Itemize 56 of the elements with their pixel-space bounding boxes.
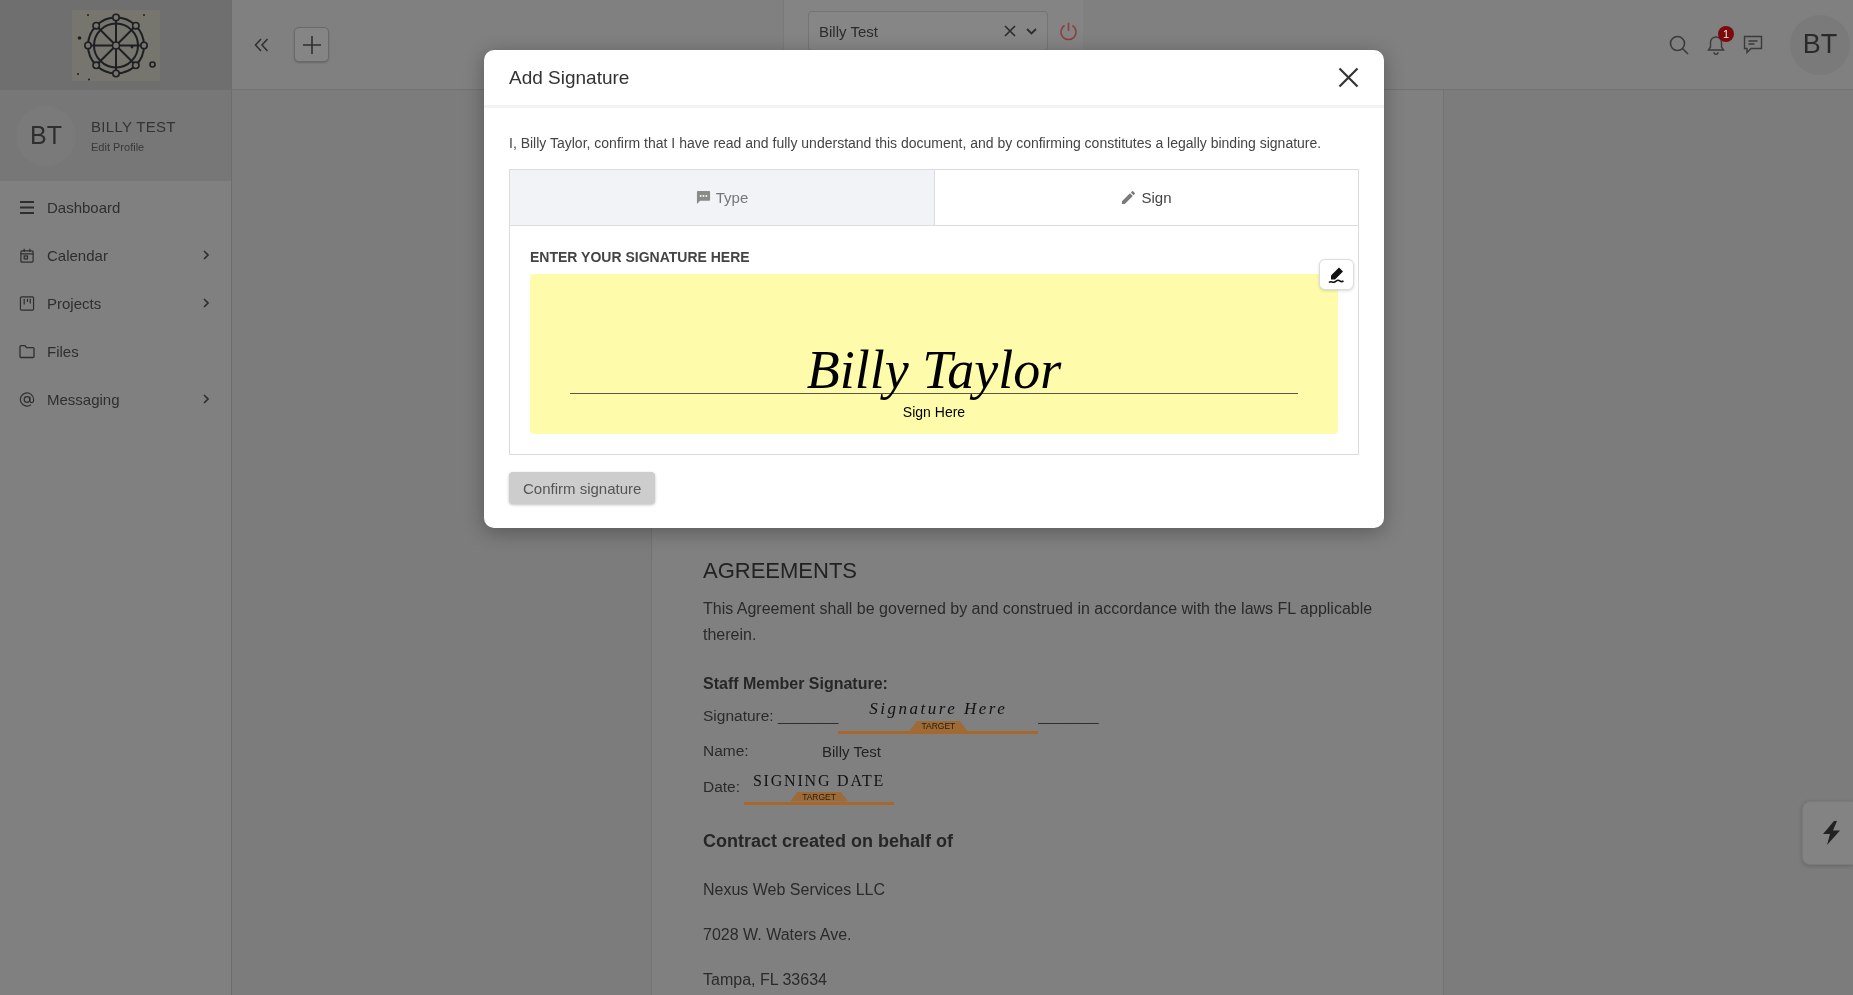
user-select[interactable]: Billy Test: [808, 11, 1048, 51]
double-chevron-left-icon[interactable]: [254, 37, 269, 52]
agreement-paragraph: This Agreement shall be governed by and construed in accordance with the laws FL applicable therein.: [703, 599, 1374, 645]
address-line: 7028 W. Waters Ave.: [703, 925, 853, 945]
date-placeholder[interactable]: SIGNING DATE: [752, 769, 886, 792]
signature-block-title: Staff Member Signature:: [703, 674, 889, 694]
pencil-squiggle-icon: [1327, 265, 1346, 284]
notification-badge: 1: [1718, 25, 1734, 42]
plus-icon: [301, 34, 322, 55]
calendar-icon: [19, 247, 35, 263]
nav-item[interactable]: Messaging: [0, 375, 231, 423]
add-button[interactable]: [294, 27, 329, 62]
quick-action-button[interactable]: [1802, 801, 1853, 865]
consent-statement: I, Billy Taylor, confirm that I have read and fully understand this document, and by confirming constitutes a legally binding signature.: [509, 134, 1323, 153]
search-icon[interactable]: [1669, 34, 1689, 55]
clear-icon[interactable]: [1004, 25, 1016, 37]
chat-icon[interactable]: [1743, 34, 1763, 55]
at-sign-icon: [19, 391, 35, 407]
folder-icon: [19, 343, 35, 359]
nav-item[interactable]: Files: [0, 327, 231, 375]
blank-line: _______: [778, 706, 839, 725]
chevron-down-icon[interactable]: [1026, 27, 1037, 35]
pencil-icon: [1121, 190, 1137, 205]
tab[interactable]: Type: [510, 170, 934, 225]
contract-heading: Contract created on behalf of: [703, 830, 955, 853]
nav-item[interactable]: Projects: [0, 279, 231, 327]
bell-icon[interactable]: [1706, 34, 1726, 55]
signature-pad-label: ENTER YOUR SIGNATURE HERE: [530, 248, 750, 266]
nav-item[interactable]: Dashboard: [0, 183, 231, 231]
kanban-icon: [19, 295, 35, 311]
power-icon[interactable]: [1059, 22, 1078, 41]
draw-signature-button[interactable]: [1319, 259, 1354, 290]
drawn-signature: Billy Taylor: [805, 339, 1063, 403]
blank-line: _______: [1038, 706, 1099, 725]
chat-bubble-icon: [695, 190, 711, 205]
sign-here-caption: Sign Here: [902, 404, 966, 420]
nav-item[interactable]: Calendar: [0, 231, 231, 279]
target-tag: TARGET: [909, 721, 968, 731]
field-label: Name:: [703, 742, 750, 760]
field-label: Signature:: [703, 706, 775, 725]
edit-profile-link[interactable]: Edit Profile: [91, 141, 145, 153]
signature-placeholder[interactable]: Signature Here: [869, 697, 1008, 721]
lightning-icon: [1822, 821, 1840, 845]
profile-name: BILLY TEST: [91, 118, 176, 135]
address-line: Tampa, FL 33634: [703, 970, 828, 990]
target-tag: TARGET: [790, 791, 849, 802]
section-heading: AGREEMENTS: [703, 557, 859, 585]
field-label: Date:: [703, 778, 741, 796]
user-avatar[interactable]: BT: [1790, 14, 1850, 75]
address-line: Nexus Web Services LLC: [703, 880, 886, 900]
dialog-title: Add Signature: [509, 66, 630, 89]
close-icon[interactable]: [1338, 67, 1359, 88]
signature-pad[interactable]: Billy Taylor Sign Here: [530, 274, 1338, 434]
menu-icon: [19, 199, 35, 215]
wheel-logo[interactable]: [71, 9, 160, 81]
name-value: Billy Test: [822, 742, 881, 760]
